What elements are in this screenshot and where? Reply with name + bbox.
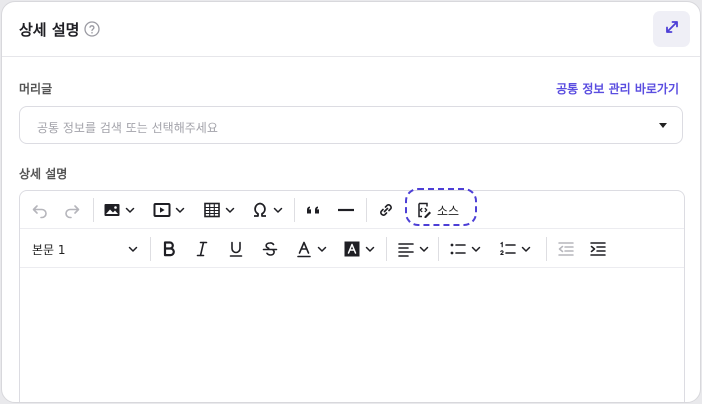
bold-icon [159, 239, 179, 259]
font-color-button[interactable] [294, 237, 327, 261]
toolbar-divider [546, 237, 547, 261]
toolbar-row-2: 본문 1 [20, 230, 684, 268]
bulleted-list-icon [448, 239, 468, 259]
common-info-link[interactable]: 공통 정보 관리 바로가기 [556, 80, 679, 97]
underline-button[interactable] [226, 237, 246, 261]
chevron-down-icon [365, 244, 375, 254]
undo-icon [30, 200, 50, 220]
toolbar-divider [366, 198, 367, 222]
chevron-down-icon [175, 205, 185, 215]
toolbar-divider [294, 198, 295, 222]
common-info-select[interactable]: 공통 정보를 검색 또는 선택해주세요 [19, 106, 683, 144]
bold-button[interactable] [159, 237, 179, 261]
toolbar-divider [93, 198, 94, 222]
numbered-list-button[interactable] [498, 237, 531, 261]
chevron-down-icon [419, 244, 429, 254]
toolbar-divider [386, 237, 387, 261]
chevron-down-icon [128, 244, 138, 254]
horizontal-line-icon [336, 200, 356, 220]
background-color-button[interactable] [342, 237, 375, 261]
toolbar-row-1: 소스 [20, 188, 684, 229]
select-placeholder: 공통 정보를 검색 또는 선택해주세요 [37, 121, 218, 135]
indent-icon [588, 239, 608, 259]
outdent-icon [556, 239, 576, 259]
caret-down-icon [659, 123, 667, 128]
chevron-down-icon [471, 244, 481, 254]
italic-button[interactable] [192, 237, 212, 261]
help-circle-icon[interactable] [84, 21, 100, 37]
omega-icon [250, 200, 270, 220]
undo-button[interactable] [30, 198, 50, 222]
align-left-icon [396, 239, 416, 259]
chevron-down-icon [125, 205, 135, 215]
expand-arrows-icon [664, 19, 680, 39]
special-character-button[interactable] [250, 198, 283, 222]
chevron-down-icon [317, 244, 327, 254]
panel-header: 상세 설명 [2, 2, 700, 57]
blockquote-button[interactable] [304, 198, 324, 222]
expand-button[interactable] [653, 11, 690, 47]
insert-image-button[interactable] [102, 198, 135, 222]
source-button[interactable]: 소스 [414, 198, 459, 222]
image-icon [102, 200, 122, 220]
page-title: 상세 설명 [19, 21, 80, 39]
chevron-down-icon [225, 205, 235, 215]
paragraph-style-value: 본문 1 [32, 242, 66, 257]
strikethrough-button[interactable] [260, 237, 280, 261]
numbered-list-icon [498, 239, 518, 259]
redo-button[interactable] [62, 198, 82, 222]
bulleted-list-button[interactable] [448, 237, 481, 261]
description-field-label: 상세 설명 [19, 167, 68, 181]
chevron-down-icon [273, 205, 283, 215]
outdent-button[interactable] [556, 237, 576, 261]
strikethrough-icon [260, 239, 280, 259]
source-button-label: 소스 [437, 203, 460, 218]
rich-text-editor[interactable]: 소스 본문 1 [19, 188, 685, 402]
horizontal-line-button[interactable] [336, 198, 356, 222]
redo-icon [62, 200, 82, 220]
source-code-icon [414, 200, 434, 220]
toolbar-divider [150, 237, 151, 261]
detail-description-panel: 상세 설명 머리글 공통 정보 관리 바로가기 공통 정보를 검색 또는 선택해… [1, 1, 701, 403]
media-icon [152, 200, 172, 220]
quote-icon [304, 200, 324, 220]
editor-content-area[interactable] [20, 269, 684, 402]
text-align-button[interactable] [396, 237, 429, 261]
header-field-label: 머리글 [19, 82, 53, 96]
indent-button[interactable] [588, 237, 608, 261]
italic-icon [192, 239, 212, 259]
table-icon [202, 200, 222, 220]
underline-icon [226, 239, 246, 259]
paragraph-style-select[interactable]: 본문 1 [32, 237, 138, 261]
toolbar-divider [438, 237, 439, 261]
insert-table-button[interactable] [202, 198, 235, 222]
link-icon [376, 200, 396, 220]
background-color-icon [342, 239, 362, 259]
insert-link-button[interactable] [376, 198, 396, 222]
insert-media-button[interactable] [152, 198, 185, 222]
font-color-icon [294, 239, 314, 259]
chevron-down-icon [521, 244, 531, 254]
